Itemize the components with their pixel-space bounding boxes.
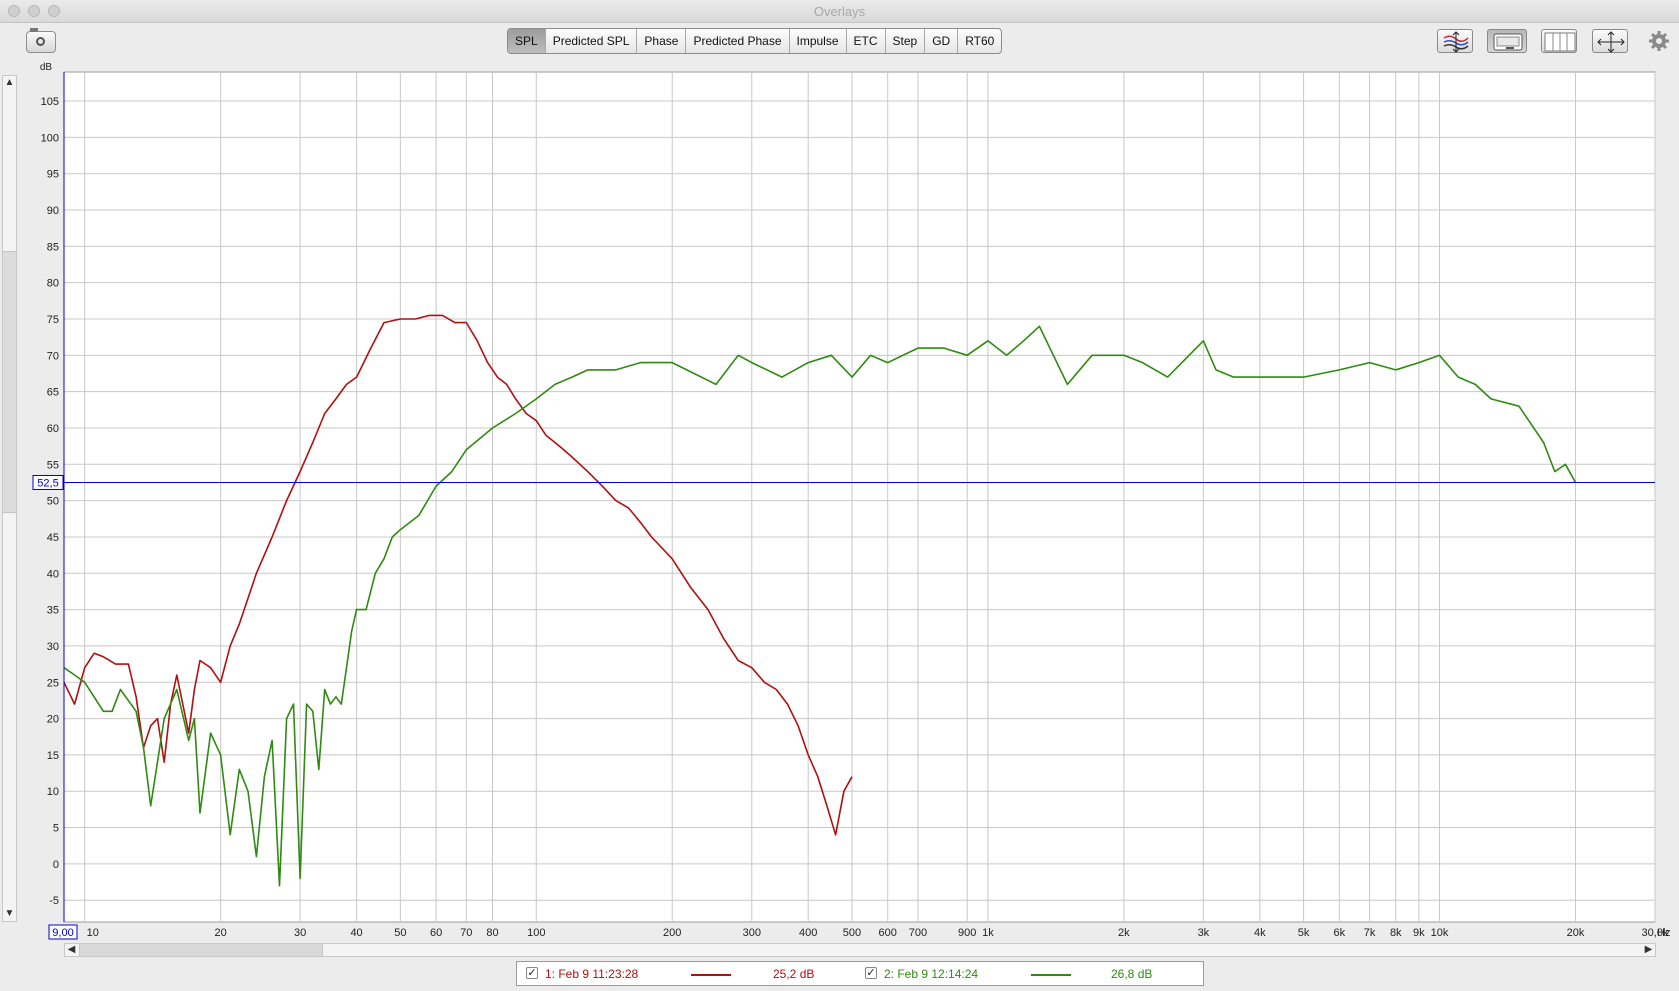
window-title: Overlays <box>813 4 866 19</box>
x-tick-label: 5k <box>1298 927 1310 939</box>
x-tick-label: 1k <box>982 927 994 939</box>
x-tick-label: 7k <box>1364 927 1376 939</box>
measurement-2-line-swatch <box>1031 974 1071 976</box>
x-tick-label: 30 <box>294 927 306 939</box>
measurement-1-label: 1: Feb 9 11:23:28 <box>545 967 639 981</box>
x-tick-label: 80 <box>486 927 498 939</box>
y-tick-label: 40 <box>47 568 59 580</box>
y-tick-label: 65 <box>47 387 59 399</box>
measurement-legend: ✓ 1: Feb 9 11:23:28 25,2 dB ✓ 2: Feb 9 1… <box>516 961 1204 986</box>
x-tick-label: 40 <box>350 927 362 939</box>
tab-predicted-phase[interactable]: Predicted Phase <box>686 29 790 53</box>
title-bar: Overlays <box>0 0 1679 23</box>
x-tick-label: 70 <box>460 927 472 939</box>
tab-spl[interactable]: SPL <box>508 29 546 53</box>
x-tick-label: 8k <box>1390 927 1402 939</box>
graph-type-tabs: SPL Predicted SPL Phase Predicted Phase … <box>507 28 1003 54</box>
y-tick-label: 30 <box>47 641 59 653</box>
spl-chart[interactable]: 1051009590858075706560555045403530252015… <box>0 62 1679 942</box>
y-tick-label: 25 <box>47 677 59 689</box>
y-tick-label: 35 <box>47 605 59 617</box>
measurement-2-label: 2: Feb 9 12:14:24 <box>884 967 979 981</box>
toolbar: SPL Predicted SPL Phase Predicted Phase … <box>0 23 1679 61</box>
x-tick-label: 900 <box>958 927 976 939</box>
tab-etc[interactable]: ETC <box>847 29 886 53</box>
tab-impulse[interactable]: Impulse <box>790 29 847 53</box>
x-tick-label: 6k <box>1334 927 1346 939</box>
y-tick-label: -5 <box>49 895 59 907</box>
y-tick-label: 90 <box>47 205 59 217</box>
x-tick-label: 100 <box>527 927 545 939</box>
y-tick-label: 10 <box>47 786 59 798</box>
x-tick-label: 500 <box>843 927 861 939</box>
x-tick-label: 600 <box>879 927 897 939</box>
y-tick-label: 75 <box>47 314 59 326</box>
tab-step[interactable]: Step <box>886 29 926 53</box>
x-tick-label: 300 <box>743 927 761 939</box>
y-tick-label: 50 <box>47 496 59 508</box>
y-tick-label: 45 <box>47 532 59 544</box>
x-tick-label: 4k <box>1254 927 1266 939</box>
y-tick-label: 100 <box>41 132 59 144</box>
x-tick-label: 400 <box>799 927 817 939</box>
y-tick-label: 70 <box>47 350 59 362</box>
x-axis-label: Hz <box>1657 927 1670 939</box>
y-tick-label: 80 <box>47 278 59 290</box>
x-tick-label: 20 <box>214 927 226 939</box>
cursor-freq-value: 9,00 <box>52 927 73 939</box>
fit-to-window-icon[interactable] <box>1592 29 1628 53</box>
measurement-2-checkbox[interactable]: ✓ <box>865 967 877 979</box>
y-tick-label: 95 <box>47 169 59 181</box>
x-tick-label: 10k <box>1431 927 1449 939</box>
tab-predicted-spl[interactable]: Predicted SPL <box>546 29 638 53</box>
y-tick-label: 0 <box>53 859 59 871</box>
measurement-1-line-swatch <box>691 974 731 976</box>
tab-phase[interactable]: Phase <box>637 29 687 53</box>
y-axis-label: dB <box>40 62 53 73</box>
y-tick-label: 105 <box>41 96 59 108</box>
cursor-db-value: 52,5 <box>37 477 58 489</box>
horizontal-scrollbar[interactable]: ◀ ▶ <box>64 943 1656 957</box>
tab-gd[interactable]: GD <box>925 29 959 53</box>
x-tick-label: 200 <box>663 927 681 939</box>
controls-icon[interactable] <box>1487 29 1527 53</box>
x-tick-label: 50 <box>394 927 406 939</box>
x-tick-label: 700 <box>909 927 927 939</box>
tab-rt60[interactable]: RT60 <box>958 29 1001 53</box>
y-tick-label: 5 <box>53 823 59 835</box>
grid-lines-icon[interactable] <box>1541 29 1577 53</box>
measurement-1-checkbox[interactable]: ✓ <box>526 967 538 979</box>
measurement-2-value: 26,8 dB <box>1111 967 1153 981</box>
y-tick-label: 15 <box>47 750 59 762</box>
traces-arrange-icon[interactable] <box>1437 29 1473 53</box>
x-tick-label: 3k <box>1198 927 1210 939</box>
scroll-left-arrow-icon[interactable]: ◀ <box>65 944 78 956</box>
x-tick-label: 2k <box>1118 927 1130 939</box>
x-tick-label: 10 <box>87 927 99 939</box>
measurement-1-value: 25,2 dB <box>773 967 815 981</box>
y-tick-label: 85 <box>47 241 59 253</box>
horizontal-scroll-thumb[interactable] <box>79 944 323 956</box>
x-tick-label: 60 <box>430 927 442 939</box>
scroll-right-arrow-icon[interactable]: ▶ <box>1642 944 1655 956</box>
y-tick-label: 55 <box>47 459 59 471</box>
x-tick-label: 20k <box>1567 927 1585 939</box>
y-tick-label: 20 <box>47 714 59 726</box>
y-tick-label: 60 <box>47 423 59 435</box>
camera-icon[interactable] <box>26 28 56 53</box>
gear-icon[interactable] <box>1648 30 1670 52</box>
x-tick-label: 9k <box>1413 927 1425 939</box>
